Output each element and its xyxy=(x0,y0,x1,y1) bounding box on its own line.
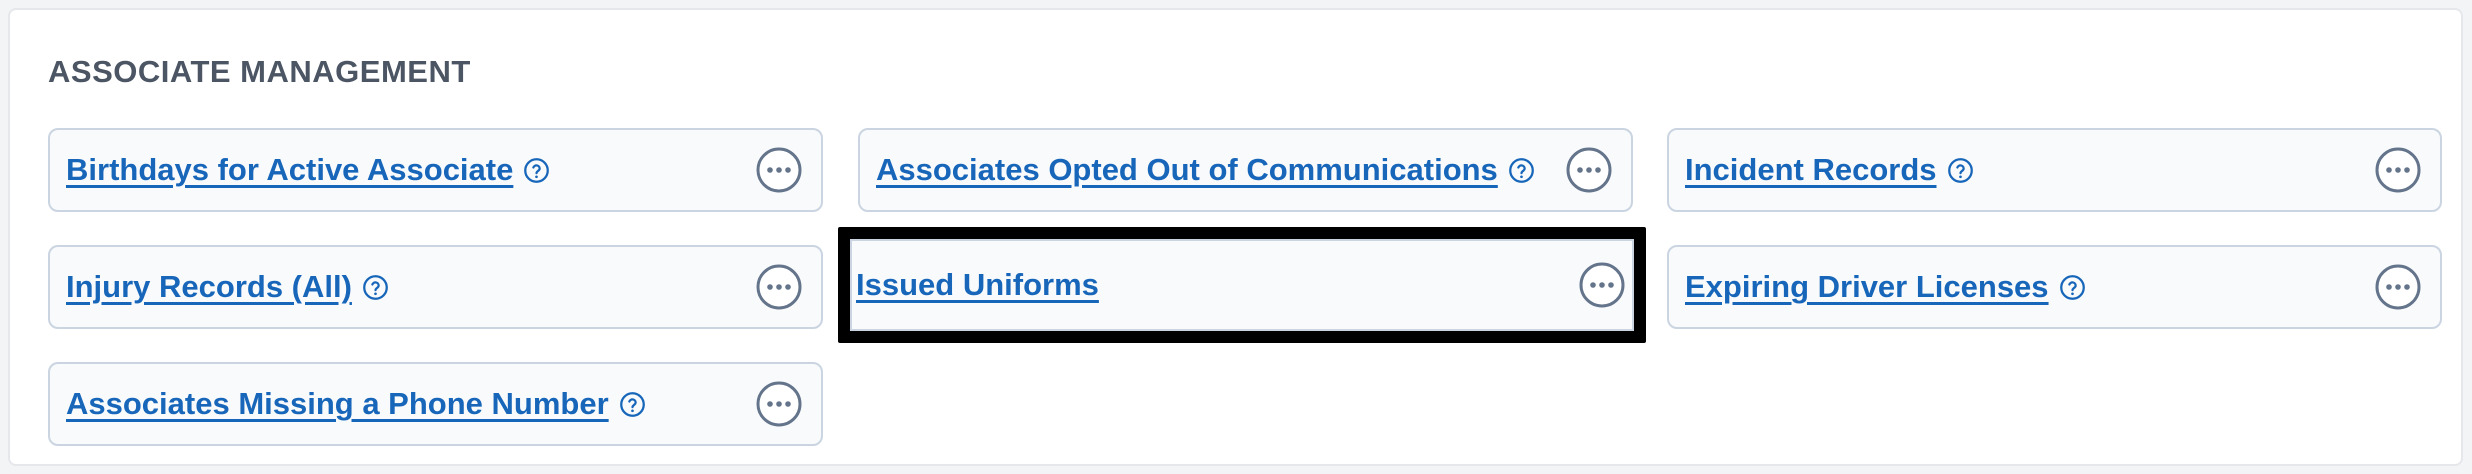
report-link-opted-out[interactable]: Associates Opted Out of Communications xyxy=(876,152,1498,188)
help-circle-icon[interactable] xyxy=(619,391,646,418)
report-link-birthdays[interactable]: Birthdays for Active Associate xyxy=(66,152,513,188)
help-circle-icon[interactable] xyxy=(1947,157,1974,184)
help-circle-icon[interactable] xyxy=(2059,274,2086,301)
report-link-expiring-licenses[interactable]: Expiring Driver Licenses xyxy=(1685,269,2049,305)
report-link-missing-phone[interactable]: Associates Missing a Phone Number xyxy=(66,386,609,422)
section-title: ASSOCIATE MANAGEMENT xyxy=(48,54,471,89)
more-horizontal-icon[interactable] xyxy=(1578,261,1626,309)
help-circle-icon[interactable] xyxy=(523,157,550,184)
more-horizontal-icon[interactable] xyxy=(755,380,803,428)
report-link-issued-uniforms[interactable]: Issued Uniforms xyxy=(856,267,1099,303)
report-card-missing-phone[interactable]: Associates Missing a Phone Number xyxy=(48,362,823,446)
report-card-issued-uniforms[interactable]: Issued Uniforms xyxy=(838,227,1646,343)
help-circle-icon[interactable] xyxy=(1508,157,1535,184)
report-card-birthdays[interactable]: Birthdays for Active Associate xyxy=(48,128,823,212)
associate-management-panel: ASSOCIATE MANAGEMENT Birthdays for Activ… xyxy=(8,8,2463,466)
report-card-incident-records[interactable]: Incident Records xyxy=(1667,128,2442,212)
report-link-incident-records[interactable]: Incident Records xyxy=(1685,152,1937,188)
help-circle-icon[interactable] xyxy=(362,274,389,301)
report-card-injury-records[interactable]: Injury Records (All) xyxy=(48,245,823,329)
more-horizontal-icon[interactable] xyxy=(755,146,803,194)
more-horizontal-icon[interactable] xyxy=(755,263,803,311)
more-horizontal-icon[interactable] xyxy=(2374,263,2422,311)
report-card-opted-out[interactable]: Associates Opted Out of Communications xyxy=(858,128,1633,212)
report-card-expiring-licenses[interactable]: Expiring Driver Licenses xyxy=(1667,245,2442,329)
report-link-injury-records[interactable]: Injury Records (All) xyxy=(66,269,352,305)
more-horizontal-icon[interactable] xyxy=(2374,146,2422,194)
more-horizontal-icon[interactable] xyxy=(1565,146,1613,194)
